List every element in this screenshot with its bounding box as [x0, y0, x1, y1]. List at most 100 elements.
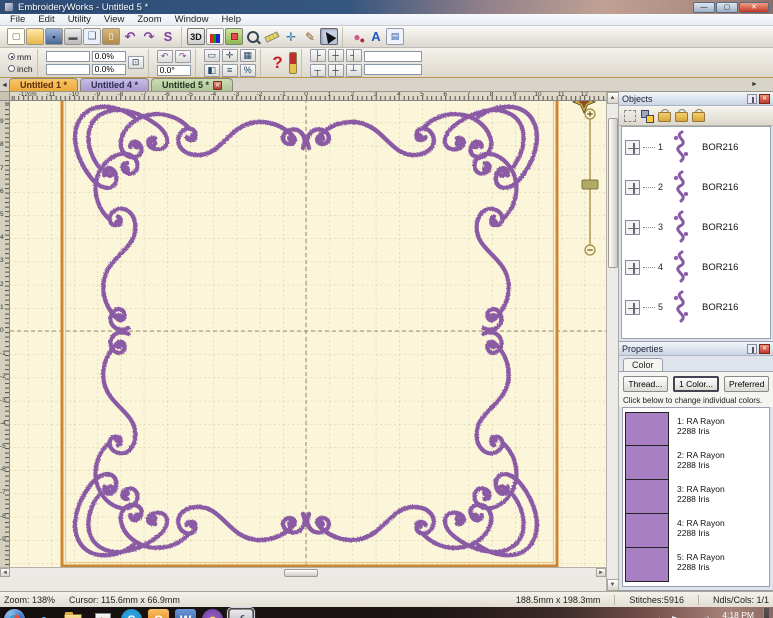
skype-icon[interactable]: S	[121, 609, 142, 618]
extra-field-1[interactable]	[364, 51, 422, 62]
tab-close-icon[interactable]: ✕	[213, 81, 222, 90]
move-handle-icon[interactable]	[625, 140, 640, 155]
align-right-icon[interactable]: ┤	[346, 49, 362, 62]
close-button[interactable]: ✕	[739, 2, 769, 13]
color-swatch[interactable]	[625, 480, 669, 514]
tab-untitled-1[interactable]: Untitled 1 *	[9, 78, 78, 91]
percent-tool-icon[interactable]: %	[240, 64, 256, 77]
taskbar-clock[interactable]: 4:18 PM 9/29/2011	[717, 610, 754, 618]
undo-icon[interactable]: ↶	[121, 28, 139, 45]
move-handle-icon[interactable]	[625, 260, 640, 275]
embroidery-design-svg[interactable]: N	[0, 92, 606, 567]
move-center-icon[interactable]: ✛	[222, 49, 238, 62]
scroll-down-arrow-icon[interactable]: ▼	[607, 579, 619, 591]
word-icon[interactable]: W	[175, 609, 196, 618]
color-row[interactable]: 3: RA Rayon 2288 Iris	[625, 480, 767, 514]
object-row[interactable]: 4 BOR216	[622, 247, 770, 287]
export-design-icon[interactable]: ▤	[386, 28, 404, 45]
windows-explorer-icon[interactable]	[61, 609, 85, 618]
panel-close-icon[interactable]: ✕	[759, 94, 770, 104]
horizontal-scroll-thumb[interactable]	[284, 569, 318, 577]
align-bottom-icon[interactable]: ┴	[346, 64, 362, 77]
menu-file[interactable]: File	[4, 14, 31, 25]
cleanup-broom-icon[interactable]	[289, 52, 297, 74]
tab-color[interactable]: Color	[623, 358, 663, 371]
paste-icon[interactable]: ▯	[102, 28, 120, 45]
scroll-up-arrow-icon[interactable]: ▲	[607, 92, 619, 104]
list-view-icon[interactable]: ≡	[222, 64, 238, 77]
edit-pencil-icon[interactable]: ✎	[301, 28, 319, 45]
color-swatch[interactable]	[625, 514, 669, 548]
rotate-left-icon[interactable]: ↶	[157, 50, 173, 63]
object-row[interactable]: 1 BOR216	[622, 127, 770, 167]
align-left-icon[interactable]: ├	[310, 49, 326, 62]
rotate-right-icon[interactable]: ↷	[175, 50, 191, 63]
print-icon[interactable]: ▬	[64, 28, 82, 45]
menu-help[interactable]: Help	[215, 14, 247, 25]
select-pointer-icon[interactable]	[320, 28, 338, 45]
tile-horizontal-icon[interactable]: ▭	[204, 49, 220, 62]
zoom-tool-icon[interactable]	[244, 28, 262, 45]
start-orb-icon[interactable]	[4, 609, 25, 618]
yahoo-messenger-icon[interactable]: ☻	[202, 609, 223, 618]
menu-view[interactable]: View	[98, 14, 130, 25]
menu-edit[interactable]: Edit	[32, 14, 60, 25]
zoom-slider-handle[interactable]	[582, 180, 598, 189]
tab-scroll-right-icon[interactable]: ►	[750, 79, 759, 90]
unit-mm-radio[interactable]: mm	[8, 52, 33, 62]
vertical-scrollbar[interactable]: ▲ ▼	[606, 92, 618, 591]
redo-icon[interactable]: ↷	[140, 28, 158, 45]
pin-icon[interactable]	[747, 94, 757, 104]
color-row[interactable]: 2: RA Rayon 2288 Iris	[625, 446, 767, 480]
new-document-icon[interactable]: ▢	[7, 28, 25, 45]
move-handle-icon[interactable]	[625, 180, 640, 195]
move-handle-icon[interactable]	[625, 220, 640, 235]
lock-cd-icon[interactable]	[675, 109, 687, 122]
measure-tool-icon[interactable]	[263, 28, 281, 45]
extra-field-2[interactable]	[364, 64, 422, 75]
outlook-icon[interactable]: O	[148, 609, 169, 618]
scale-y-field[interactable]	[92, 64, 126, 75]
scroll-left-arrow-icon[interactable]: ◄	[0, 568, 10, 577]
vertical-scroll-thumb[interactable]	[608, 118, 618, 268]
maximize-button[interactable]: ▢	[716, 2, 738, 13]
scale-x-field[interactable]	[92, 51, 126, 62]
save-icon[interactable]: ▪	[45, 28, 63, 45]
color-bar-chart-icon[interactable]	[206, 28, 224, 45]
thread-colors-icon[interactable]: ●	[348, 28, 366, 45]
thread-button[interactable]: Thread...	[623, 376, 668, 392]
panel-close-icon[interactable]: ✕	[759, 344, 770, 354]
minimize-button[interactable]: —	[693, 2, 715, 13]
preferred-button[interactable]: Preferred	[724, 376, 769, 392]
menu-utility[interactable]: Utility	[62, 14, 97, 25]
color-row[interactable]: 1: RA Rayon 2288 Iris	[625, 412, 767, 446]
internet-explorer-icon[interactable]: e	[31, 609, 55, 618]
menu-zoom[interactable]: Zoom	[131, 14, 167, 25]
lock-open-icon[interactable]	[692, 109, 704, 122]
align-center-h-icon[interactable]: ┼	[328, 49, 344, 62]
object-row[interactable]: 3 BOR216	[622, 207, 770, 247]
3d-view-icon[interactable]: 3D	[187, 28, 205, 45]
group-objects-icon[interactable]	[641, 110, 653, 122]
color-swatch[interactable]	[625, 412, 669, 446]
horizontal-scrollbar[interactable]: ◄ ►	[0, 567, 606, 577]
show-desktop-button[interactable]	[763, 608, 769, 618]
center-anchor-tool-icon[interactable]: ✛	[282, 28, 300, 45]
move-handle-icon[interactable]	[625, 300, 640, 315]
tab-untitled-4[interactable]: Untitled 4 *	[80, 78, 149, 91]
align-top-icon[interactable]: ┬	[310, 64, 326, 77]
select-dashed-icon[interactable]	[624, 110, 636, 122]
palette-icon[interactable]	[225, 28, 243, 45]
lock-aspect-icon[interactable]: ⊡	[128, 56, 144, 69]
help-question-icon[interactable]: ?	[269, 52, 287, 74]
color-row[interactable]: 4: RA Rayon 2288 Iris	[625, 514, 767, 548]
one-color-button[interactable]: 1 Color...	[673, 376, 720, 392]
tab-scroll-left-icon[interactable]: ◄	[0, 80, 9, 91]
lock-closed-icon[interactable]	[658, 109, 670, 122]
grid-view-icon[interactable]: ▦	[240, 49, 256, 62]
embroidery-app-icon[interactable]: ʃ	[229, 609, 253, 618]
color-swatch[interactable]	[625, 548, 669, 582]
color-row[interactable]: 5: RA Rayon 2288 Iris	[625, 548, 767, 582]
unit-inch-radio[interactable]: inch	[8, 64, 33, 74]
design-canvas[interactable]: N -12cm-11-10-9-8-7-6-5-4-3-2-1012345678…	[0, 92, 606, 567]
